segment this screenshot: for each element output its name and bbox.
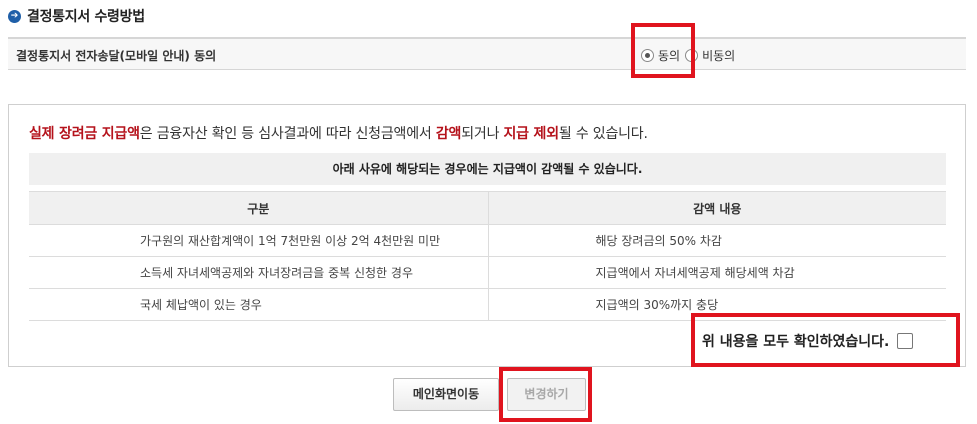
headline-part-5: 지급 제외 (503, 126, 560, 142)
consent-label: 결정통지서 전자송달(모바일 안내) 동의 (16, 49, 217, 63)
main-screen-button[interactable]: 메인화면이동 (393, 378, 499, 411)
consent-row: 결정통지서 전자송달(모바일 안내) 동의 동의 비동의 (8, 37, 966, 70)
annotation-box-change (499, 367, 592, 422)
annotation-box-consent (631, 23, 695, 78)
reason-title: 아래 사유에 해당되는 경우에는 지급액이 감액될 수 있습니다. (29, 153, 946, 185)
table-cell-category: 국세 체납액이 있는 경우 (29, 288, 488, 321)
table-header-reduction: 감액 내용 (487, 191, 946, 225)
table-cell-category: 소득세 자녀세액공제와 자녀장려금을 중복 신청한 경우 (29, 256, 488, 289)
reduction-table: 구분 감액 내용 가구원의 재산합계액이 1억 7천만원 이상 2억 4천만원 … (29, 191, 946, 321)
table-cell-reduction: 해당 장려금의 50% 차감 (487, 224, 946, 257)
table-row: 가구원의 재산합계액이 1억 7천만원 이상 2억 4천만원 미만 해당 장려금… (29, 224, 946, 257)
headline-part-4: 되거나 (461, 126, 504, 142)
headline-part-6: 될 수 있습니다. (558, 126, 648, 142)
table-cell-category: 가구원의 재산합계액이 1억 7천만원 이상 2억 4천만원 미만 (29, 224, 488, 257)
table-cell-reduction: 지급액에서 자녀세액공제 해당세액 차감 (487, 256, 946, 289)
notice-headline: 실제 장려금 지급액은 금융자산 확인 등 심사결과에 따라 신청금액에서 감액… (29, 123, 648, 143)
table-header-row: 구분 감액 내용 (29, 191, 946, 225)
table-header-category: 구분 (29, 191, 488, 225)
headline-part-1: 실제 장려금 지급액 (29, 126, 140, 142)
section-title: 결정통지서 수령방법 (27, 9, 145, 25)
section-header: ➔ 결정통지서 수령방법 (8, 6, 145, 26)
radio-disagree-label[interactable]: 비동의 (702, 47, 735, 64)
annotation-box-confirm (691, 313, 960, 367)
table-row: 소득세 자녀세액공제와 자녀장려금을 중복 신청한 경우 지급액에서 자녀세액공… (29, 256, 946, 289)
headline-part-3: 감액 (435, 126, 462, 142)
arrow-right-circle-icon: ➔ (8, 9, 21, 23)
headline-part-2: 은 금융자산 확인 등 심사결과에 따라 신청금액에서 (139, 126, 436, 142)
